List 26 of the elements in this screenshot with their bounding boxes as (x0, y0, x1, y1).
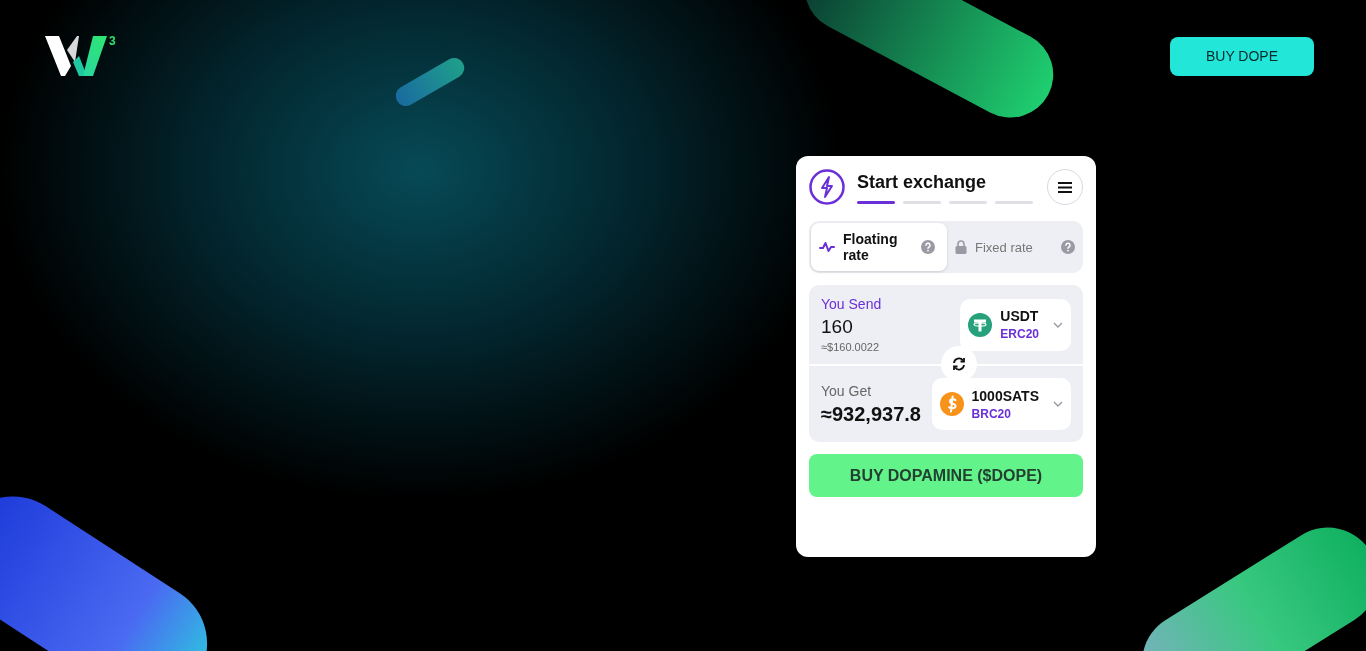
menu-button[interactable] (1047, 169, 1083, 205)
coin-icon (939, 392, 964, 416)
amount-field[interactable]: ≈932,937.8 (821, 402, 921, 426)
chevron-down-icon (1053, 321, 1063, 328)
widget-title: Start exchange (857, 172, 988, 193)
lock-icon (955, 240, 967, 254)
tether-icon (968, 312, 993, 337)
rate-tab[interactable]: Fixed rate (947, 223, 1083, 271)
help-icon[interactable] (921, 240, 935, 254)
buy-dopamine-button[interactable]: BUY DOPAMINE ($DOPE) (809, 454, 1083, 497)
pulse-icon (819, 240, 835, 254)
help-icon[interactable] (1061, 240, 1075, 254)
rate-tab[interactable]: Floating rate (811, 223, 947, 271)
field-label: You Send (821, 296, 882, 312)
menu-icon (1058, 181, 1072, 193)
chevron-down-icon (1053, 401, 1063, 407)
amount-field[interactable]: 160 (821, 316, 882, 338)
logo-icon (45, 36, 107, 76)
swap-icon (952, 357, 966, 371)
usd-estimate: ≈$160.0022 (821, 341, 881, 353)
coin-selector[interactable]: USDT ERC20 (960, 298, 1071, 351)
lightning-icon (809, 169, 845, 205)
buy-dope-button[interactable]: BUY DOPE (1170, 36, 1314, 76)
field-label: You Get (821, 382, 873, 399)
logo-superscript: 3 (109, 34, 116, 48)
coin-selector[interactable]: 1000SATS BRC20 (931, 378, 1071, 430)
